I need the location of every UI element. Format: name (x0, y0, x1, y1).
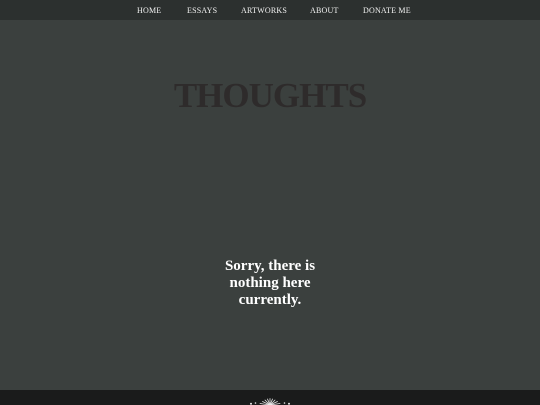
nav-artworks-link[interactable]: ARTWORKS (241, 6, 287, 15)
page: HOME ESSAYS ARTWORKS ABOUT DONATE ME THO… (0, 0, 540, 405)
nav-about-link[interactable]: ABOUT (310, 6, 339, 15)
nav-home-link[interactable]: HOME (137, 6, 161, 15)
top-navigation: HOME ESSAYS ARTWORKS ABOUT DONATE ME (0, 0, 540, 20)
page-title: THOUGHTS (173, 76, 367, 115)
nav-donate-link[interactable]: DONATE ME (363, 6, 411, 15)
nav-essays-link[interactable]: ESSAYS (187, 6, 217, 15)
sunburst-logo-icon (250, 398, 290, 405)
empty-state-message: Sorry, there is nothing here currently. (224, 258, 316, 308)
